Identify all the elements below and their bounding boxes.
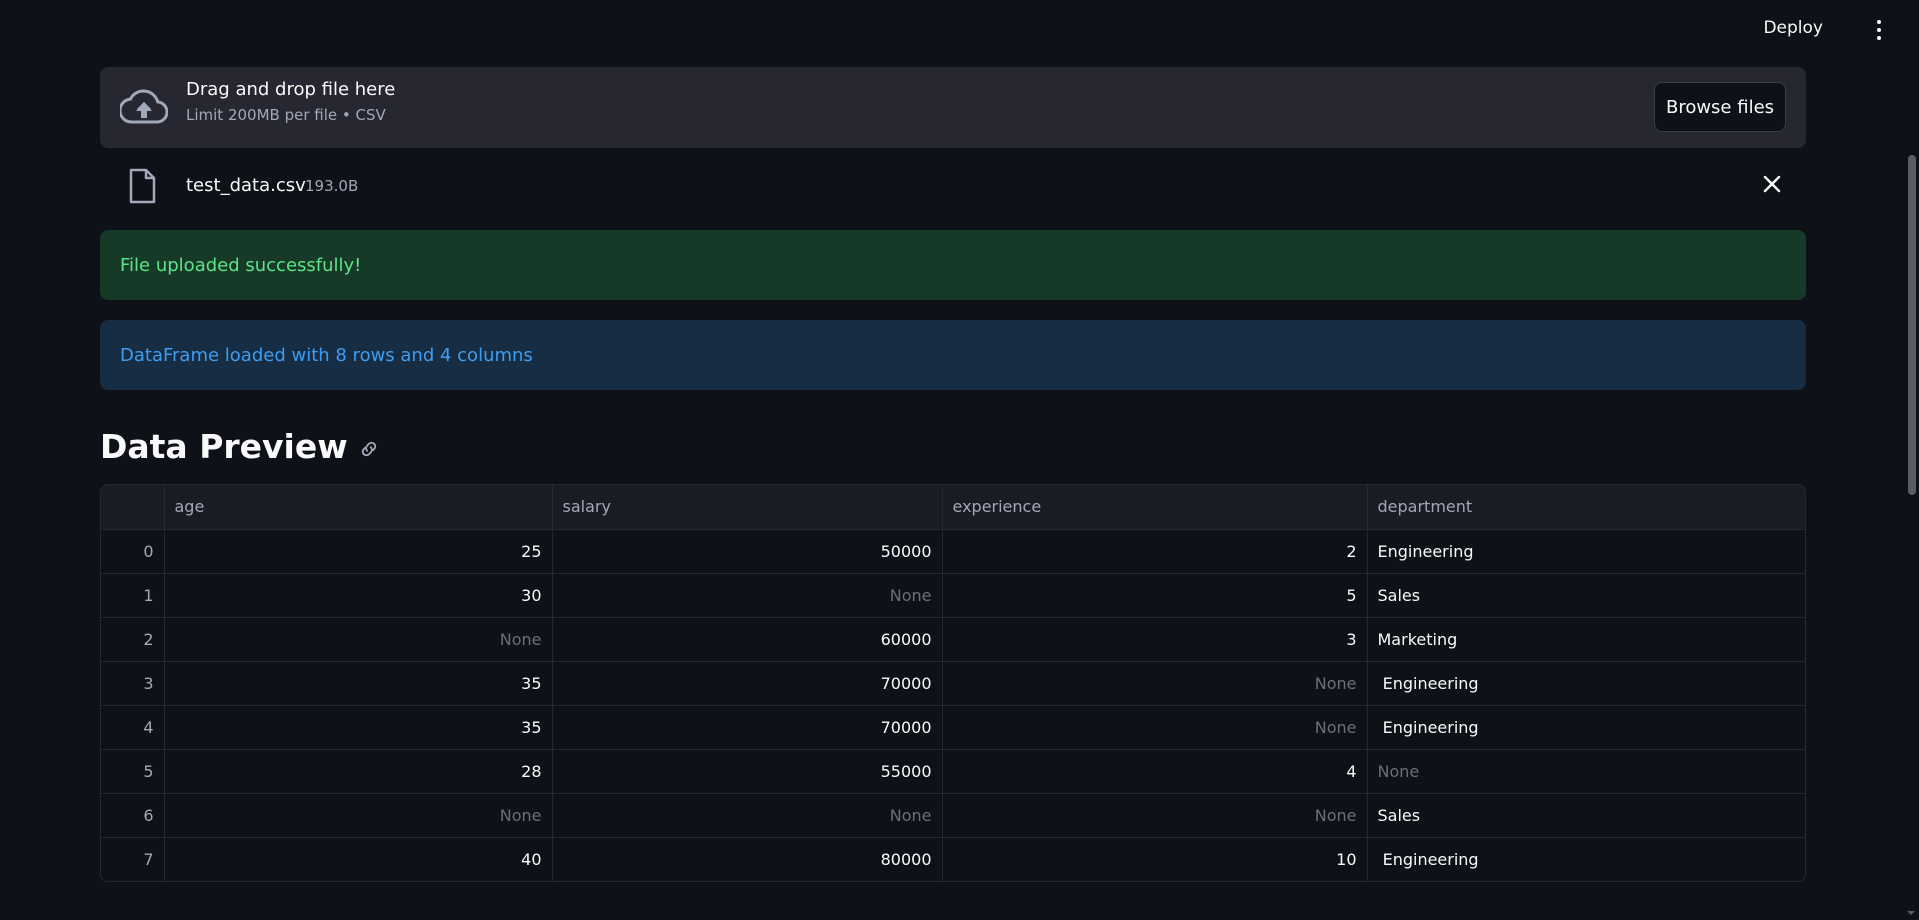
scrollbar-thumb[interactable] <box>1908 155 1916 495</box>
cell-experience[interactable]: 3 <box>942 617 1368 662</box>
cell-experience[interactable]: None <box>942 705 1368 750</box>
info-alert-text: DataFrame loaded with 8 rows and 4 colum… <box>120 344 533 366</box>
cloud-upload-icon <box>120 89 168 124</box>
table-row: 2 None 60000 3 Marketing <box>101 617 1805 662</box>
cell-department[interactable]: None <box>1367 749 1805 794</box>
cell-salary[interactable]: 50000 <box>552 529 943 574</box>
cell-experience[interactable]: 4 <box>942 749 1368 794</box>
page-scrollbar[interactable] <box>1903 0 1919 920</box>
cell-salary[interactable]: None <box>552 793 943 838</box>
info-alert: DataFrame loaded with 8 rows and 4 colum… <box>100 320 1806 390</box>
file-icon <box>129 168 156 204</box>
column-header-age[interactable]: age <box>164 485 553 530</box>
file-dropzone[interactable]: Drag and drop file here Limit 200MB per … <box>100 67 1806 148</box>
index-header <box>101 485 165 530</box>
cell-department[interactable]: Engineering <box>1367 705 1805 750</box>
row-index: 5 <box>101 749 165 794</box>
kebab-menu-icon[interactable] <box>1869 16 1889 44</box>
cell-age[interactable]: 25 <box>164 529 553 574</box>
row-index: 0 <box>101 529 165 574</box>
section-header: Data Preview <box>100 426 1806 466</box>
row-index: 6 <box>101 793 165 838</box>
success-alert-text: File uploaded successfully! <box>120 254 362 276</box>
row-index: 2 <box>101 617 165 662</box>
browse-files-button[interactable]: Browse files <box>1654 82 1786 132</box>
cell-salary[interactable]: None <box>552 573 943 618</box>
file-size: 193.0B <box>305 177 359 195</box>
column-header-experience[interactable]: experience <box>942 485 1368 530</box>
table-row: 3 35 70000 None Engineering <box>101 661 1805 706</box>
cell-department[interactable]: Engineering <box>1367 529 1805 574</box>
cell-department[interactable]: Sales <box>1367 573 1805 618</box>
table-row: 4 35 70000 None Engineering <box>101 705 1805 750</box>
column-header-salary[interactable]: salary <box>552 485 943 530</box>
cell-age[interactable]: 35 <box>164 661 553 706</box>
cell-experience[interactable]: None <box>942 793 1368 838</box>
cell-department[interactable]: Engineering <box>1367 837 1805 881</box>
cell-age[interactable]: 30 <box>164 573 553 618</box>
cell-salary[interactable]: 60000 <box>552 617 943 662</box>
cell-age[interactable]: 28 <box>164 749 553 794</box>
main-content: Drag and drop file here Limit 200MB per … <box>100 67 1806 882</box>
menu-dot <box>1877 36 1881 40</box>
row-index: 7 <box>101 837 165 881</box>
table-header-row: age salary experience department <box>101 485 1805 530</box>
scroll-down-arrow-icon[interactable] <box>1906 908 1916 918</box>
deploy-button[interactable]: Deploy <box>1763 18 1823 38</box>
cell-department[interactable]: Sales <box>1367 793 1805 838</box>
table-row: 1 30 None 5 Sales <box>101 573 1805 618</box>
success-alert: File uploaded successfully! <box>100 230 1806 300</box>
cell-age[interactable]: None <box>164 617 553 662</box>
cell-age[interactable]: None <box>164 793 553 838</box>
cell-experience[interactable]: 2 <box>942 529 1368 574</box>
cell-salary[interactable]: 70000 <box>552 705 943 750</box>
column-header-department[interactable]: department <box>1367 485 1805 530</box>
row-index: 3 <box>101 661 165 706</box>
dataframe-table[interactable]: age salary experience department 0 25 50… <box>100 484 1806 882</box>
link-icon[interactable] <box>358 438 380 460</box>
cell-salary[interactable]: 55000 <box>552 749 943 794</box>
row-index: 1 <box>101 573 165 618</box>
section-title: Data Preview <box>100 426 348 466</box>
table-row: 5 28 55000 4 None <box>101 749 1805 794</box>
cell-department[interactable]: Marketing <box>1367 617 1805 662</box>
cell-experience[interactable]: None <box>942 661 1368 706</box>
table-row: 6 None None None Sales <box>101 793 1805 838</box>
cell-age[interactable]: 40 <box>164 837 553 881</box>
menu-dot <box>1877 20 1881 24</box>
cell-experience[interactable]: 10 <box>942 837 1368 881</box>
row-index: 4 <box>101 705 165 750</box>
cell-department[interactable]: Engineering <box>1367 661 1805 706</box>
cell-salary[interactable]: 80000 <box>552 837 943 881</box>
close-icon[interactable] <box>1758 170 1786 198</box>
dropzone-title: Drag and drop file here <box>186 79 396 100</box>
app-header: Deploy <box>0 0 1919 60</box>
uploaded-file-row: test_data.csv 193.0B <box>100 148 1806 230</box>
table-row: 0 25 50000 2 Engineering <box>101 529 1805 574</box>
cell-age[interactable]: 35 <box>164 705 553 750</box>
dropzone-limit: Limit 200MB per file • CSV <box>186 106 386 124</box>
cell-salary[interactable]: 70000 <box>552 661 943 706</box>
menu-dot <box>1877 28 1881 32</box>
cell-experience[interactable]: 5 <box>942 573 1368 618</box>
dropzone-text: Drag and drop file here Limit 200MB per … <box>186 79 395 124</box>
table-row: 7 40 80000 10 Engineering <box>101 837 1805 881</box>
file-name: test_data.csv <box>186 175 306 196</box>
